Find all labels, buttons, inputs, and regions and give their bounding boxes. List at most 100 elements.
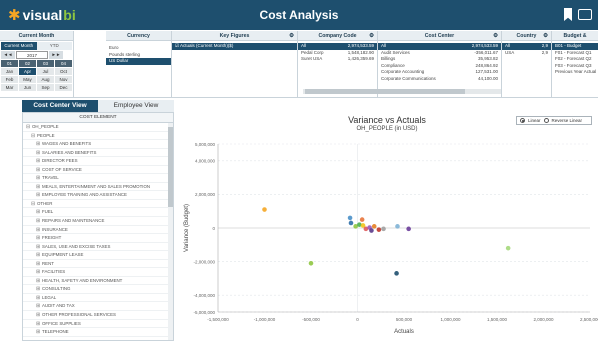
- tree-row[interactable]: ⊞ FREIGHT: [23, 234, 173, 243]
- scale-toggle: Linear Reverse Linear: [516, 116, 592, 125]
- month-button-selected[interactable]: Apr: [19, 68, 36, 75]
- current-month-header: Current Month: [0, 31, 73, 41]
- tree-row-label: HEALTH, SAFETY AND ENVIRONMENT: [42, 277, 123, 283]
- y-tick-label: 4,000,000: [195, 159, 216, 164]
- tree-row[interactable]: ⊞ SALES, USE AND EXCISE TAXES: [23, 243, 173, 252]
- tree-scrollbar[interactable]: [168, 123, 173, 340]
- year-dropdown[interactable]: 2017: [16, 51, 48, 59]
- tree-row[interactable]: ⊟ PEOPLE: [23, 132, 173, 141]
- data-point[interactable]: [347, 215, 353, 221]
- x-tick-label: 1,000,000: [440, 317, 461, 322]
- quarter-button[interactable]: 03: [37, 60, 54, 67]
- settings-icon[interactable]: ⚙: [369, 31, 374, 41]
- print-icon[interactable]: [578, 9, 592, 20]
- data-point[interactable]: [505, 245, 511, 251]
- row-label: All: [505, 43, 511, 48]
- tree-row[interactable]: ⊞ OFFICE SUPPLIES: [23, 320, 173, 329]
- y-tick-label: -2,000,000: [193, 259, 215, 264]
- tree-row[interactable]: ⊞ WAGES AND BENEFITS: [23, 140, 173, 149]
- data-point[interactable]: [348, 220, 354, 226]
- tree-row[interactable]: ⊞ EQUIPMENT LEASE: [23, 251, 173, 260]
- currency-item-selected[interactable]: US Dollar: [106, 58, 171, 65]
- data-point[interactable]: [308, 260, 314, 266]
- y-tick-label: 0: [212, 226, 215, 231]
- reverse-linear-radio[interactable]: [543, 118, 549, 123]
- linear-radio[interactable]: [520, 118, 525, 123]
- budget-forecast-item[interactable]: Previous Year Actual: [552, 69, 598, 76]
- month-button[interactable]: Jan: [1, 68, 18, 75]
- tree-row[interactable]: ⊟ OTHER: [23, 200, 173, 209]
- tree-row[interactable]: ⊞ FACILITIES: [23, 268, 173, 277]
- data-point[interactable]: [394, 271, 399, 276]
- row-value: 2,9: [541, 49, 548, 55]
- quarter-button[interactable]: 01: [1, 60, 18, 67]
- tree-row[interactable]: ⊞ TRAVEL: [23, 174, 173, 183]
- tree-rows: ⊟ OH_PEOPLE ⊟ PEOPLE ⊞ WAGES AND BENEFITS ⊞ SAL…: [23, 123, 173, 337]
- country-row[interactable]: USA 2,9: [502, 50, 551, 57]
- month-button[interactable]: Oct: [55, 68, 72, 75]
- data-point[interactable]: [359, 217, 365, 222]
- tree-row[interactable]: ⊞ RENT: [23, 260, 173, 269]
- month-button[interactable]: Jul: [37, 68, 54, 75]
- tree-row-label: PEOPLE: [37, 132, 55, 138]
- tree-row[interactable]: ⊞ AUDIT AND TAX: [23, 302, 173, 312]
- tree-row[interactable]: ⊞ CONSULTING: [23, 285, 173, 294]
- data-point[interactable]: [371, 224, 377, 229]
- tree-row[interactable]: ⊞ MEALS, ENTERTAINMENT AND SALES PROMOTIO…: [23, 183, 173, 192]
- month-button[interactable]: May: [19, 76, 36, 83]
- tree-row[interactable]: ⊞ INSURANCE: [23, 226, 173, 235]
- tree-row[interactable]: ⊞ LEGAL: [23, 294, 173, 303]
- tree-row[interactable]: ⊞ REPAIRS AND MAINTENANCE: [23, 217, 173, 226]
- company-code-row[interactable]: Suret USA 1,426,359.69: [298, 56, 377, 63]
- currency-pane: Currency Euro Pounds sterling US Dollar: [106, 31, 172, 97]
- row-label: Billings: [381, 56, 396, 61]
- next-year-button[interactable]: ►►: [49, 51, 63, 59]
- month-button[interactable]: Mar: [1, 84, 18, 91]
- settings-icon[interactable]: ⚙: [493, 31, 498, 41]
- scrollbar-thumb[interactable]: [168, 127, 173, 207]
- settings-icon[interactable]: ⚙: [289, 31, 294, 41]
- toggle-current-month[interactable]: Current Month: [1, 42, 37, 50]
- tree-row[interactable]: ⊞ SALARIES AND BENEFITS: [23, 149, 173, 158]
- month-button[interactable]: Jun: [19, 84, 36, 91]
- quarter-button[interactable]: 04: [55, 60, 72, 67]
- quarter-button[interactable]: 02: [19, 60, 36, 67]
- cost-center-header: Cost Center ⚙: [378, 31, 501, 41]
- month-button[interactable]: Aug: [37, 76, 54, 83]
- scrollbar-thumb[interactable]: [305, 89, 465, 94]
- tree-row[interactable]: ⊟ OH_PEOPLE: [23, 123, 173, 132]
- month-button[interactable]: Dec: [55, 84, 72, 91]
- tree-row[interactable]: ⊞ COST OF SERVICE: [23, 166, 173, 175]
- data-point[interactable]: [406, 226, 411, 232]
- key-figure-item-selected[interactable]: ☑ Actuals (Current Month)($): [172, 43, 297, 50]
- tree-row[interactable]: ⊞ DIRECTOR FEES: [23, 157, 173, 166]
- tree-row[interactable]: ⊞ FUEL: [23, 208, 173, 218]
- chart-subtitle: OH_PEOPLE (in USD): [356, 126, 418, 132]
- data-point[interactable]: [381, 226, 386, 232]
- tree-row-label: FUEL: [42, 209, 54, 215]
- tree-row[interactable]: ⊞ OTHER PROFESSIONAL SERVICES: [23, 311, 173, 320]
- data-point[interactable]: [395, 224, 400, 229]
- previous-year-button[interactable]: ◄◄: [1, 51, 15, 59]
- horizontal-scrollbar[interactable]: [303, 89, 501, 94]
- data-point[interactable]: [376, 227, 382, 232]
- month-button[interactable]: Nov: [55, 76, 72, 83]
- month-button[interactable]: Feb: [1, 76, 18, 83]
- tree-row-label: OFFICE SUPPLIES: [42, 320, 81, 326]
- data-point[interactable]: [262, 207, 267, 212]
- tree-row[interactable]: ⊞ EMPLOYEE TRAINING AND ASSISTANCE: [23, 191, 173, 200]
- row-label: All: [301, 43, 307, 48]
- tree-row-label: INSURANCE: [42, 226, 68, 232]
- tab-employee-view[interactable]: Employee View: [98, 100, 174, 112]
- tab-cost-center-view[interactable]: Cost Center View: [22, 100, 98, 112]
- cost-center-row[interactable]: Corporate Communications 44,100.00: [378, 76, 501, 83]
- month-row: Jan Apr Jul Oct: [1, 68, 72, 75]
- settings-icon[interactable]: ⚙: [543, 31, 548, 41]
- month-button[interactable]: Sep: [37, 84, 54, 91]
- toggle-ytd[interactable]: YTD: [36, 42, 72, 50]
- tree-row[interactable]: ⊞ TELEPHONE: [23, 328, 173, 337]
- data-point[interactable]: [369, 228, 374, 233]
- tree-row-label: RENT: [42, 260, 54, 266]
- tree-row[interactable]: ⊞ HEALTH, SAFETY AND ENVIRONMENT: [23, 277, 173, 286]
- row-value: 44,100.00: [477, 75, 498, 81]
